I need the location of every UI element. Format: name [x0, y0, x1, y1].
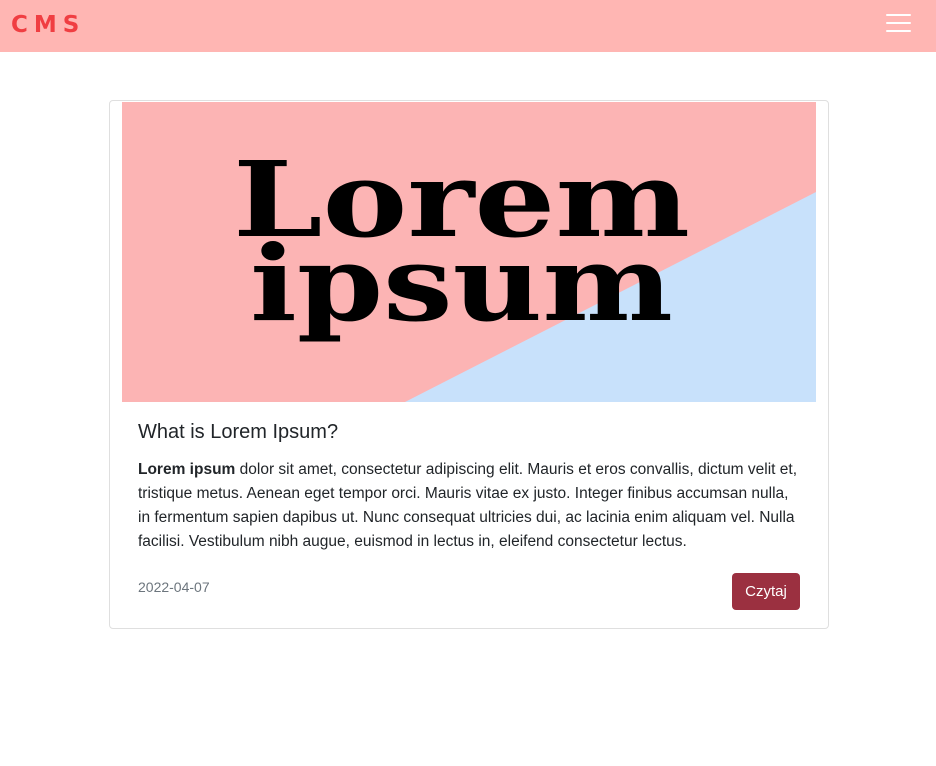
post-excerpt-bold: Lorem ipsum	[138, 461, 236, 478]
image-text-ipsum: ipsum	[250, 222, 673, 345]
post-card: Lorem ipsum What is Lorem Ipsum? Lorem i…	[109, 100, 829, 629]
top-navbar: CMS	[0, 0, 936, 52]
post-excerpt: Lorem ipsum dolor sit amet, consectetur …	[138, 458, 802, 554]
menu-toggle-button[interactable]	[878, 8, 918, 40]
post-date: 2022-04-07	[138, 579, 210, 595]
post-title: What is Lorem Ipsum?	[138, 421, 339, 443]
read-more-button[interactable]: Czytaj	[732, 573, 800, 610]
post-image: Lorem ipsum	[122, 102, 816, 402]
post-excerpt-text: dolor sit amet, consectetur adipiscing e…	[138, 461, 798, 550]
brand-logo[interactable]: CMS	[11, 10, 85, 40]
